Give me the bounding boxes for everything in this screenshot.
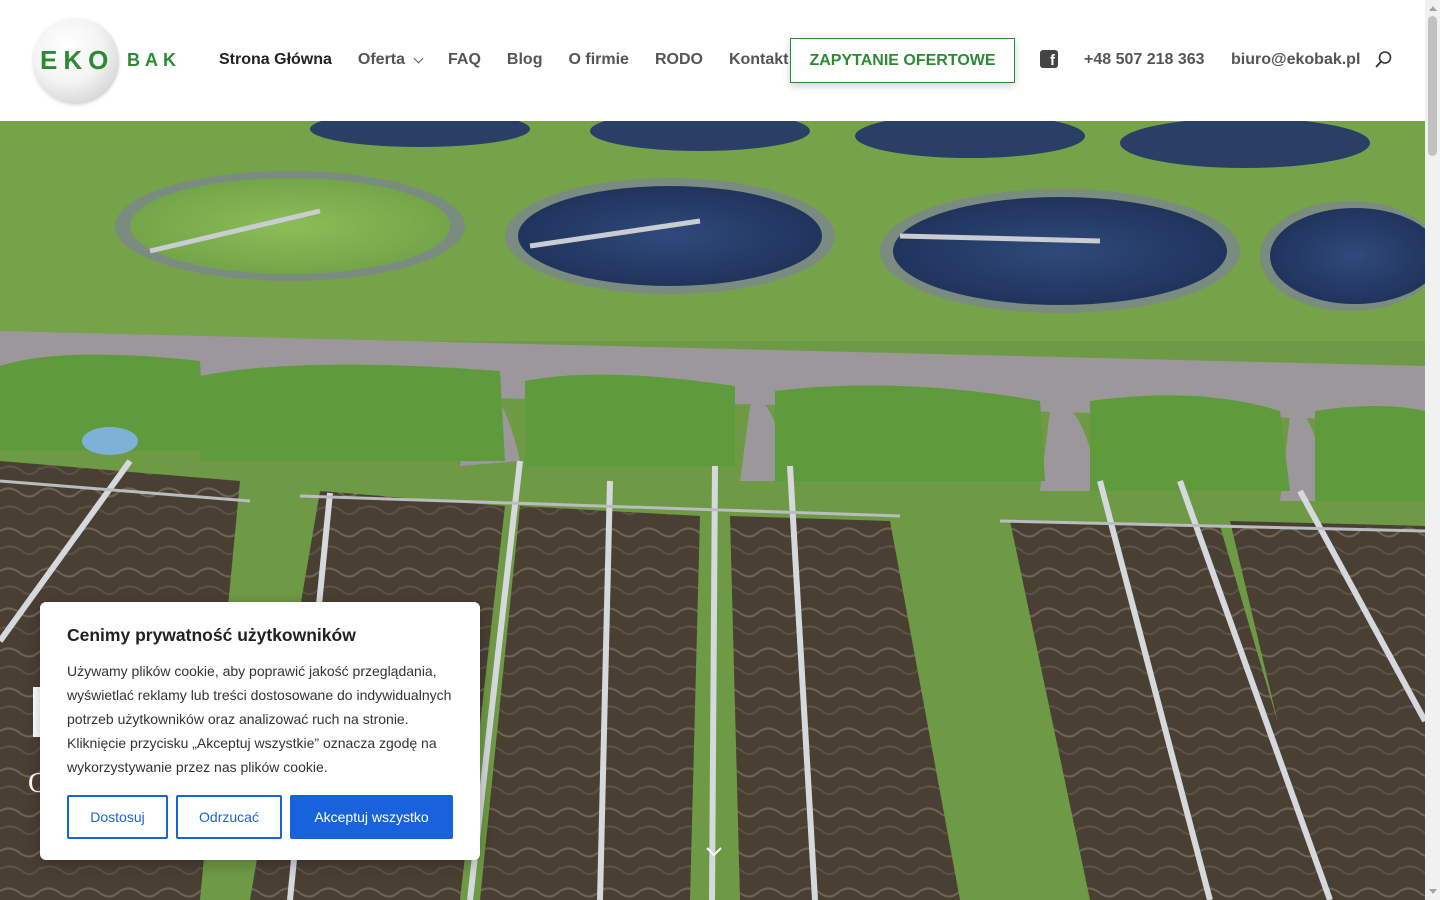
- logo-eko-text: EKO: [40, 45, 115, 75]
- phone-link[interactable]: +48 507 218 363: [1084, 51, 1205, 69]
- cookie-customize-button[interactable]: Dostosuj: [67, 795, 168, 839]
- scroll-up-icon[interactable]: [1429, 6, 1437, 11]
- scroll-down-arrow-icon[interactable]: [705, 846, 723, 858]
- nav-item-about[interactable]: O firmie: [568, 51, 628, 69]
- chevron-down-icon: [413, 53, 424, 64]
- cookie-text: Używamy plików cookie, aby poprawić jako…: [67, 663, 452, 775]
- cookie-accept-all-button[interactable]: Akceptuj wszystko: [290, 795, 453, 839]
- page-scrollbar[interactable]: [1425, 0, 1440, 900]
- cookie-consent-dialog: Cenimy prywatność użytkowników Używamy p…: [40, 602, 480, 860]
- nav-item-home[interactable]: Strona Główna: [219, 51, 332, 69]
- scroll-thumb[interactable]: [1428, 16, 1437, 156]
- logo-bak-text: BAK: [127, 50, 181, 70]
- cookie-reject-button[interactable]: Odrzucać: [176, 795, 282, 839]
- nav-item-faq[interactable]: FAQ: [448, 51, 481, 69]
- logo[interactable]: EKO BAK: [33, 18, 193, 104]
- facebook-icon[interactable]: f: [1040, 50, 1058, 68]
- cookie-title: Cenimy prywatność użytkowników: [67, 625, 356, 645]
- email-link[interactable]: biuro@ekobak.pl: [1231, 51, 1360, 69]
- nav-item-offer[interactable]: Oferta: [358, 51, 424, 69]
- main-nav: Strona Główna Oferta FAQ Blog O firmie R…: [219, 48, 815, 72]
- nav-item-blog[interactable]: Blog: [507, 51, 543, 69]
- scroll-down-icon[interactable]: [1429, 889, 1437, 894]
- nav-item-contact[interactable]: Kontakt: [729, 51, 789, 69]
- quote-request-button[interactable]: ZAPYTANIE OFERTOWE: [790, 38, 1015, 83]
- cookie-buttons: Dostosuj Odrzucać Akceptuj wszystko: [67, 795, 453, 839]
- search-icon[interactable]: [1375, 50, 1393, 68]
- nav-item-rodo[interactable]: RODO: [655, 51, 703, 69]
- site-header: EKO BAK Strona Główna Oferta FAQ Blog O …: [0, 0, 1425, 121]
